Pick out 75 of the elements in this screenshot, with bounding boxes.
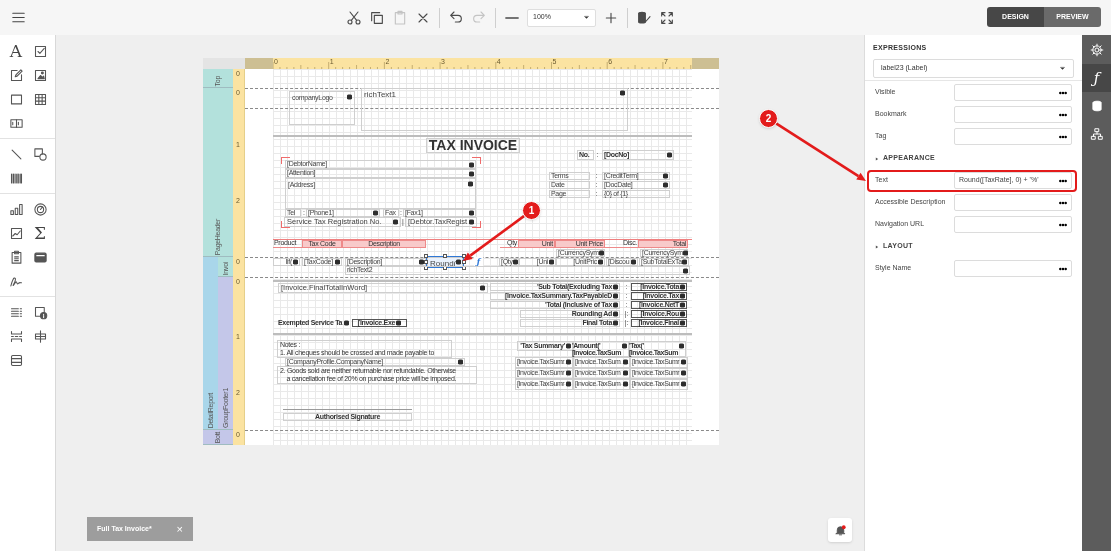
clipboard-icon (8, 249, 24, 265)
property-field[interactable] (954, 106, 1072, 123)
notifications-button[interactable] (828, 518, 852, 542)
paste-icon (392, 9, 408, 26)
gauge-icon (32, 201, 48, 217)
property-field[interactable] (954, 194, 1072, 211)
toolbox-item[interactable]: A (9, 43, 23, 59)
toolbox-item[interactable] (32, 43, 48, 59)
property-field[interactable] (954, 128, 1072, 145)
document-icon (32, 249, 48, 265)
more-icon (1059, 133, 1067, 140)
redo-icon (471, 9, 487, 26)
toolbox-item[interactable] (32, 201, 48, 217)
toolbox-item[interactable] (32, 249, 48, 265)
property-field[interactable] (954, 260, 1072, 277)
minus-icon (505, 16, 519, 19)
property-field[interactable] (954, 84, 1072, 101)
toolbox-item[interactable] (8, 67, 24, 83)
callout-badge: 2 (759, 109, 778, 128)
database-check-icon (636, 9, 652, 26)
toolbox-item[interactable] (8, 170, 24, 186)
copy-icon (369, 9, 385, 26)
toolbox-item[interactable] (8, 328, 24, 344)
page-break-icon (8, 328, 24, 344)
toolbox-item[interactable] (32, 67, 48, 83)
table-icon (32, 91, 48, 107)
barcode-icon (8, 170, 24, 186)
picture-icon (32, 67, 48, 83)
info-document-icon (32, 304, 48, 320)
bar-chart-icon (8, 201, 24, 217)
toolbox-item[interactable] (8, 249, 24, 265)
undo-button[interactable] (448, 9, 464, 26)
settings-icon (1089, 43, 1104, 57)
more-icon (1059, 199, 1067, 206)
undo-icon (448, 9, 464, 26)
bell-icon (833, 523, 847, 537)
more-icon (1059, 89, 1067, 96)
caret-icon (1059, 64, 1066, 72)
rectangle-icon (8, 91, 24, 107)
ruler-corner (203, 58, 245, 69)
toolbox-item[interactable] (32, 304, 48, 320)
report-label[interactable]: TAX INVOICE (426, 138, 520, 153)
database-icon (1089, 99, 1104, 113)
more-icon (1059, 177, 1067, 184)
toolbox-item[interactable] (32, 91, 48, 107)
fullscreen-icon (659, 9, 675, 26)
validate-button[interactable] (636, 9, 652, 26)
resize-handle[interactable] (443, 254, 447, 258)
cross-band-icon (32, 328, 48, 344)
edit-icon (8, 67, 24, 83)
fullscreen-button[interactable] (659, 9, 675, 26)
copy-button[interactable] (369, 9, 385, 26)
toolbox-item[interactable] (32, 146, 48, 162)
toolbox-item[interactable] (8, 225, 24, 241)
more-icon (1059, 265, 1067, 272)
hierarchy-icon (1089, 127, 1104, 141)
report-label[interactable]: richText1 (361, 88, 628, 131)
cut-icon (346, 9, 362, 26)
expression-button[interactable]: ƒ (474, 257, 483, 266)
line-chart-icon (8, 225, 24, 241)
toolbox-item[interactable] (8, 352, 24, 368)
checkbox-icon (32, 43, 48, 59)
resize-handle[interactable] (443, 266, 447, 270)
more-icon (1059, 111, 1067, 118)
property-field[interactable] (954, 216, 1072, 233)
toolbox-item[interactable]: Σ (34, 225, 46, 241)
panel-tab[interactable]: ƒ (1082, 64, 1111, 92)
cut-button[interactable] (346, 9, 362, 26)
toolbox-item[interactable] (32, 328, 48, 344)
more-icon (1059, 221, 1067, 228)
toolbox-item[interactable] (8, 201, 24, 217)
caret-icon (583, 14, 590, 21)
toolbox-item[interactable] (8, 91, 24, 107)
band-icon (8, 352, 24, 368)
shapes-icon (32, 146, 48, 162)
